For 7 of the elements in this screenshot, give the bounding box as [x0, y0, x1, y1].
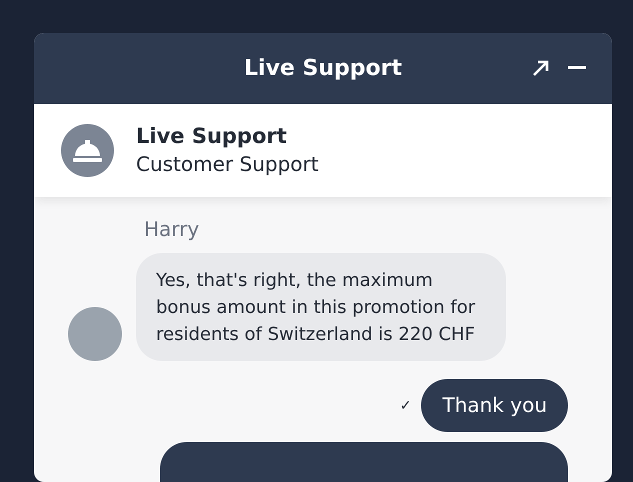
agent-role: Customer Support — [136, 152, 319, 176]
window-title: Live Support — [244, 56, 402, 81]
read-status: ✓ — [400, 398, 412, 414]
message-bubble: Yes, that's right, the maximum bonus amount in this promotion for residents of Switzerland is 220 CHF — [136, 253, 506, 361]
agent-name: Live Support — [136, 124, 288, 148]
message-bubble: Thank you — [421, 379, 568, 432]
sender-name: Harry — [144, 217, 200, 241]
